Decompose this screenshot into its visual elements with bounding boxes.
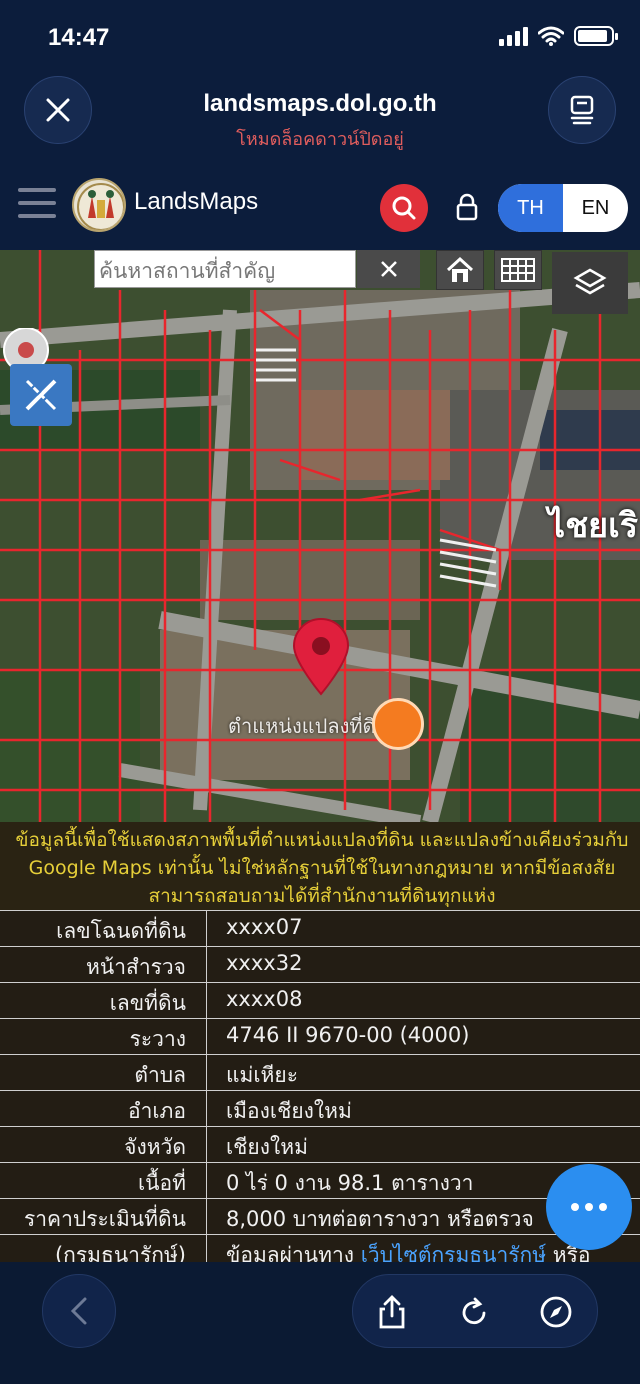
share-button[interactable] xyxy=(369,1289,415,1335)
grid-icon xyxy=(501,258,535,282)
table-row: ตำบล แม่เหียะ xyxy=(0,1054,640,1091)
clear-search-button[interactable] xyxy=(357,250,420,288)
table-row: เลขที่ดิน xxxx08 xyxy=(0,982,640,1019)
app-header: LandsMaps TH EN xyxy=(0,164,640,250)
road-label: ไชยเริ xyxy=(548,506,638,546)
row-label: อำเภอ xyxy=(127,1099,186,1123)
row-label: เลขโฉนดที่ดิน xyxy=(56,919,186,943)
table-row: ระวาง 4746 II 9670-00 (4000) xyxy=(0,1018,640,1055)
compass-button[interactable] xyxy=(533,1289,579,1335)
row-value: 0 ไร่ 0 งาน 98.1 ตารางวา xyxy=(226,1171,474,1195)
browser-bar: landsmaps.dol.go.th โหมดล็อคดาวน์ปิดอยู่ xyxy=(0,72,640,164)
parcel-info-panel: ข้อมูลนี้เพื่อใช้แสดงสภาพพื้นที่ตำแหน่งแ… xyxy=(0,822,640,1262)
tabs-button[interactable] xyxy=(548,76,616,144)
place-search-input[interactable]: ค้นหาสถานที่สำคัญ xyxy=(94,250,356,288)
lang-th-button[interactable]: TH xyxy=(498,184,563,232)
status-icons xyxy=(499,26,618,46)
row-label: หน้าสำรวจ xyxy=(86,955,186,979)
share-icon xyxy=(379,1295,405,1329)
more-icon xyxy=(571,1203,579,1211)
table-row: เลขโฉนดที่ดิน xxxx07 xyxy=(0,910,640,947)
chevron-left-icon xyxy=(70,1297,87,1325)
battery-icon xyxy=(574,26,618,46)
reload-button[interactable] xyxy=(451,1289,497,1335)
signal-icon xyxy=(499,26,528,46)
row-value: xxxx32 xyxy=(226,951,303,975)
more-options-button[interactable] xyxy=(546,1164,632,1250)
row-value: xxxx07 xyxy=(226,915,303,939)
map-view[interactable]: ไชยเริ ตำแหน่งแปลงที่ดิน ค้นหาสถานที่สำค… xyxy=(0,250,640,822)
row-value: xxxx08 xyxy=(226,987,303,1011)
row-value: เมืองเชียงใหม่ xyxy=(226,1099,352,1123)
table-row: ราคาประเมินที่ดิน 8,000 บาทต่อตารางวา หรื… xyxy=(0,1198,640,1235)
row-label: เลขที่ดิน xyxy=(109,991,186,1015)
close-icon xyxy=(46,98,70,122)
browser-bottom-bar xyxy=(0,1262,640,1384)
ruler-pencil-icon xyxy=(25,379,57,411)
parcel-table: เลขโฉนดที่ดิน xxxx07 หน้าสำรวจ xxxx32 เลขท… xyxy=(0,910,640,1262)
row-value: แม่เหียะ xyxy=(226,1063,298,1087)
wifi-icon xyxy=(538,26,564,46)
browser-actions xyxy=(352,1274,598,1348)
tabs-icon xyxy=(570,95,594,125)
close-icon xyxy=(380,261,397,277)
status-bar: 14:47 xyxy=(0,0,640,72)
table-row: เนื้อที่ 0 ไร่ 0 งาน 98.1 ตารางวา xyxy=(0,1162,640,1199)
table-row: (กรมธนารักษ์) ข้อมูลผ่านทาง เว็บไซต์กรมธ… xyxy=(0,1234,640,1262)
grid-button[interactable] xyxy=(494,250,542,290)
reload-icon xyxy=(462,1297,486,1325)
hamburger-menu-icon[interactable] xyxy=(18,188,58,218)
row-value: เชียงใหม่ xyxy=(226,1135,308,1159)
table-row: อำเภอ เมืองเชียงใหม่ xyxy=(0,1090,640,1127)
row-label: (กรมธนารักษ์) xyxy=(54,1243,186,1262)
row-value: ข้อมูลผ่านทาง เว็บไซต์กรมธนารักษ์ หรือ xyxy=(226,1239,591,1262)
status-time: 14:47 xyxy=(48,24,110,51)
table-row: จังหวัด เชียงใหม่ xyxy=(0,1126,640,1163)
location-pin-icon[interactable] xyxy=(290,618,352,696)
lock-icon[interactable] xyxy=(454,192,480,222)
language-toggle: TH EN xyxy=(498,184,628,232)
compass-icon xyxy=(540,1296,572,1328)
search-button[interactable] xyxy=(380,184,428,232)
layers-button[interactable] xyxy=(552,252,628,314)
location-marker-icon[interactable] xyxy=(0,328,56,368)
treasury-prefix: ข้อมูลผ่านทาง xyxy=(226,1243,355,1262)
page: 14:47 landsmaps.dol.go.th โหมดล็อคดาวน์ป… xyxy=(0,0,640,1384)
back-button[interactable] xyxy=(42,1274,116,1348)
url-host: landsmaps.dol.go.th xyxy=(203,90,437,117)
row-label: ราคาประเมินที่ดิน xyxy=(23,1207,186,1231)
treasury-website-link[interactable]: เว็บไซต์กรมธนารักษ์ xyxy=(361,1243,546,1262)
home-icon xyxy=(446,256,474,282)
row-label: เนื้อที่ xyxy=(138,1171,186,1195)
search-icon xyxy=(392,196,416,220)
row-value: 8,000 บาทต่อตารางวา หรือตรวจ xyxy=(226,1207,534,1231)
layers-icon xyxy=(573,268,607,295)
table-row: หน้าสำรวจ xxxx32 xyxy=(0,946,640,983)
disclaimer-notice: ข้อมูลนี้เพื่อใช้แสดงสภาพพื้นที่ตำแหน่งแ… xyxy=(0,822,640,910)
row-label: จังหวัด xyxy=(124,1135,186,1159)
measure-tool-button[interactable] xyxy=(10,364,72,426)
row-label: ตำบล xyxy=(134,1063,186,1087)
home-button[interactable] xyxy=(436,250,484,290)
poi-marker[interactable] xyxy=(372,698,424,750)
close-button[interactable] xyxy=(24,76,92,144)
place-label: ตำแหน่งแปลงที่ดิน xyxy=(228,714,390,738)
lang-en-button[interactable]: EN xyxy=(563,184,628,232)
brand-name: LandsMaps xyxy=(134,188,259,215)
department-logo xyxy=(72,178,126,232)
lockdown-mode-status: โหมดล็อคดาวน์ปิดอยู่ xyxy=(236,129,404,150)
row-label: ระวาง xyxy=(129,1027,186,1051)
row-value: 4746 II 9670-00 (4000) xyxy=(226,1023,470,1047)
